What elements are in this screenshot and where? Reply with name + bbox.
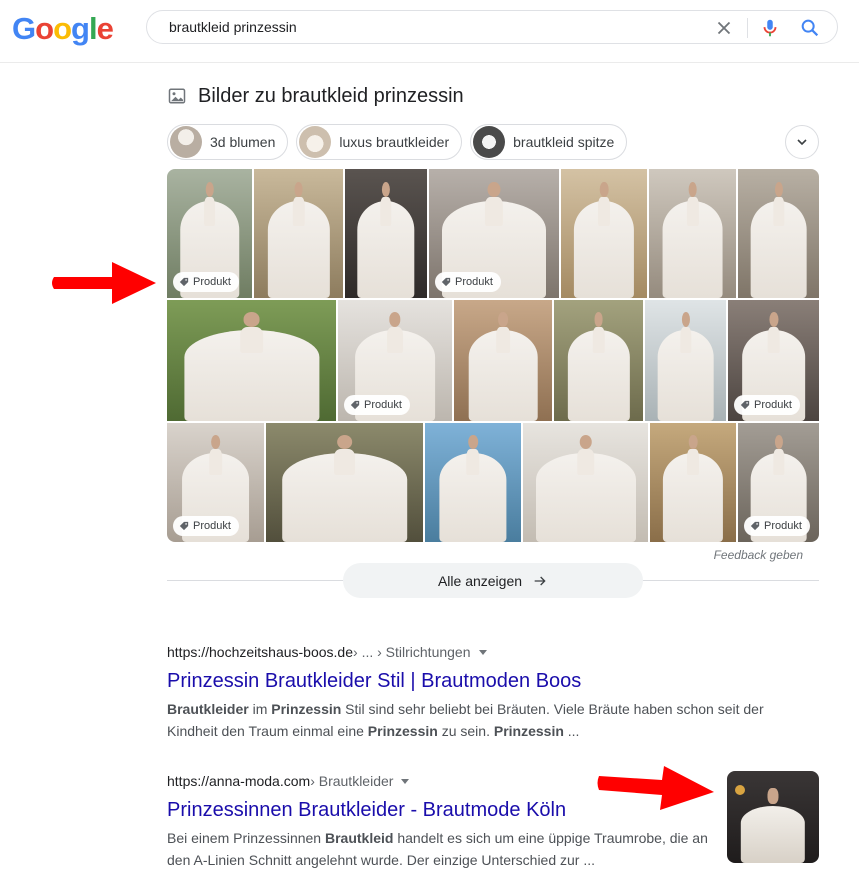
caret-down-icon[interactable] <box>401 778 410 784</box>
result-snippet: Brautkleider im Prinzessin Stil sind seh… <box>167 701 764 739</box>
result-cite[interactable]: https://hochzeitshaus-boos.de › ... › St… <box>167 643 777 661</box>
image-tile[interactable]: Produkt <box>738 423 819 542</box>
search-divider <box>747 18 748 38</box>
result-snippet: Bei einem Prinzessinnen Brautkleid hande… <box>167 830 708 868</box>
google-logo[interactable]: Google <box>12 11 114 46</box>
arrow-annotation-right <box>597 766 714 810</box>
product-badge: Produkt <box>744 516 810 536</box>
chip-thumbnail <box>473 126 506 158</box>
tag-icon <box>441 277 451 287</box>
image-tile[interactable] <box>254 169 343 298</box>
image-tile[interactable]: Produkt <box>429 169 559 298</box>
result-path: › ... › Stilrichtungen <box>353 644 471 660</box>
chip-label: brautkleid spitze <box>513 134 615 150</box>
expand-chips-button[interactable] <box>785 125 819 159</box>
image-tile[interactable] <box>425 423 521 542</box>
logo-letter: l <box>88 11 98 46</box>
arrow-right-icon <box>534 576 546 585</box>
product-badge: Produkt <box>344 395 410 415</box>
result-url: https://hochzeitshaus-boos.de <box>167 644 354 660</box>
arrow-annotation-left <box>52 262 156 304</box>
image-grid: Produkt Produkt Produkt Produkt Produkt … <box>167 169 819 542</box>
microphone-icon[interactable] <box>759 17 781 39</box>
result-title[interactable]: Prinzessin Brautkleider Stil | Brautmode… <box>167 669 777 693</box>
logo-letter: G <box>12 11 36 46</box>
result-path: › Brautkleider <box>310 773 394 789</box>
chip-thumbnail <box>299 126 332 158</box>
product-badge-label: Produkt <box>764 520 802 532</box>
tag-icon <box>750 521 760 531</box>
image-tile[interactable] <box>561 169 647 298</box>
caret-down-icon[interactable] <box>478 649 487 655</box>
image-tile[interactable] <box>554 300 643 421</box>
logo-letter: o <box>53 11 72 46</box>
image-icon <box>168 88 186 104</box>
search-box[interactable]: brautkleid prinzessin <box>146 10 838 44</box>
product-badge: Produkt <box>734 395 800 415</box>
product-badge: Produkt <box>173 516 239 536</box>
chip-thumbnail <box>170 126 202 158</box>
logo-letter: e <box>96 11 114 46</box>
chip-3d-blumen[interactable]: 3d blumen <box>167 124 289 160</box>
chip-luxus-brautkleider[interactable]: luxus brautkleider <box>296 124 463 160</box>
image-tile[interactable]: Produkt <box>167 169 252 298</box>
image-tile[interactable] <box>345 169 427 298</box>
product-badge: Produkt <box>173 272 239 292</box>
logo-letter: o <box>35 11 54 46</box>
image-tile[interactable] <box>454 300 552 421</box>
search-input[interactable]: brautkleid prinzessin <box>169 19 297 35</box>
feedback-link[interactable]: Feedback geben <box>714 548 803 562</box>
image-tile[interactable] <box>738 169 819 298</box>
tag-icon <box>350 400 360 410</box>
logo-letter: g <box>71 11 90 46</box>
image-tile[interactable] <box>649 169 736 298</box>
chip-brautkleid-spitze[interactable]: brautkleid spitze <box>470 124 628 160</box>
image-tile[interactable] <box>523 423 648 542</box>
tag-icon <box>179 277 189 287</box>
chip-label: luxus brautkleider <box>339 134 450 150</box>
image-chips: 3d blumen luxus brautkleider brautkleid … <box>167 124 628 160</box>
image-tile[interactable] <box>266 423 423 542</box>
image-tile[interactable]: Produkt <box>728 300 819 421</box>
show-all-label: Alle anzeigen <box>437 572 523 589</box>
result-url: https://anna-moda.com <box>167 773 311 789</box>
image-tile[interactable] <box>167 300 336 421</box>
image-tile[interactable] <box>650 423 736 542</box>
image-tile[interactable] <box>645 300 726 421</box>
product-badge-label: Produkt <box>193 276 231 288</box>
tag-icon <box>740 400 750 410</box>
product-badge-label: Produkt <box>754 399 792 411</box>
product-badge-label: Produkt <box>455 276 493 288</box>
tag-icon <box>179 521 189 531</box>
images-heading-text: Bilder zu brautkleid prinzessin <box>198 84 464 107</box>
image-tile[interactable]: Produkt <box>167 423 264 542</box>
product-badge: Produkt <box>435 272 501 292</box>
chip-label: 3d blumen <box>210 134 276 150</box>
search-icon[interactable] <box>799 17 821 39</box>
header: Google brautkleid prinzessin <box>0 0 859 63</box>
chevron-down-icon <box>797 139 807 146</box>
show-all-button[interactable]: Alle anzeigen <box>343 563 643 598</box>
product-badge-label: Produkt <box>364 399 402 411</box>
product-badge-label: Produkt <box>193 520 231 532</box>
result-thumbnail[interactable] <box>727 771 819 863</box>
search-result: https://hochzeitshaus-boos.de › ... › St… <box>167 643 777 742</box>
close-icon[interactable] <box>713 17 735 39</box>
images-heading: Bilder zu brautkleid prinzessin <box>168 84 464 108</box>
image-tile[interactable]: Produkt <box>338 300 452 421</box>
